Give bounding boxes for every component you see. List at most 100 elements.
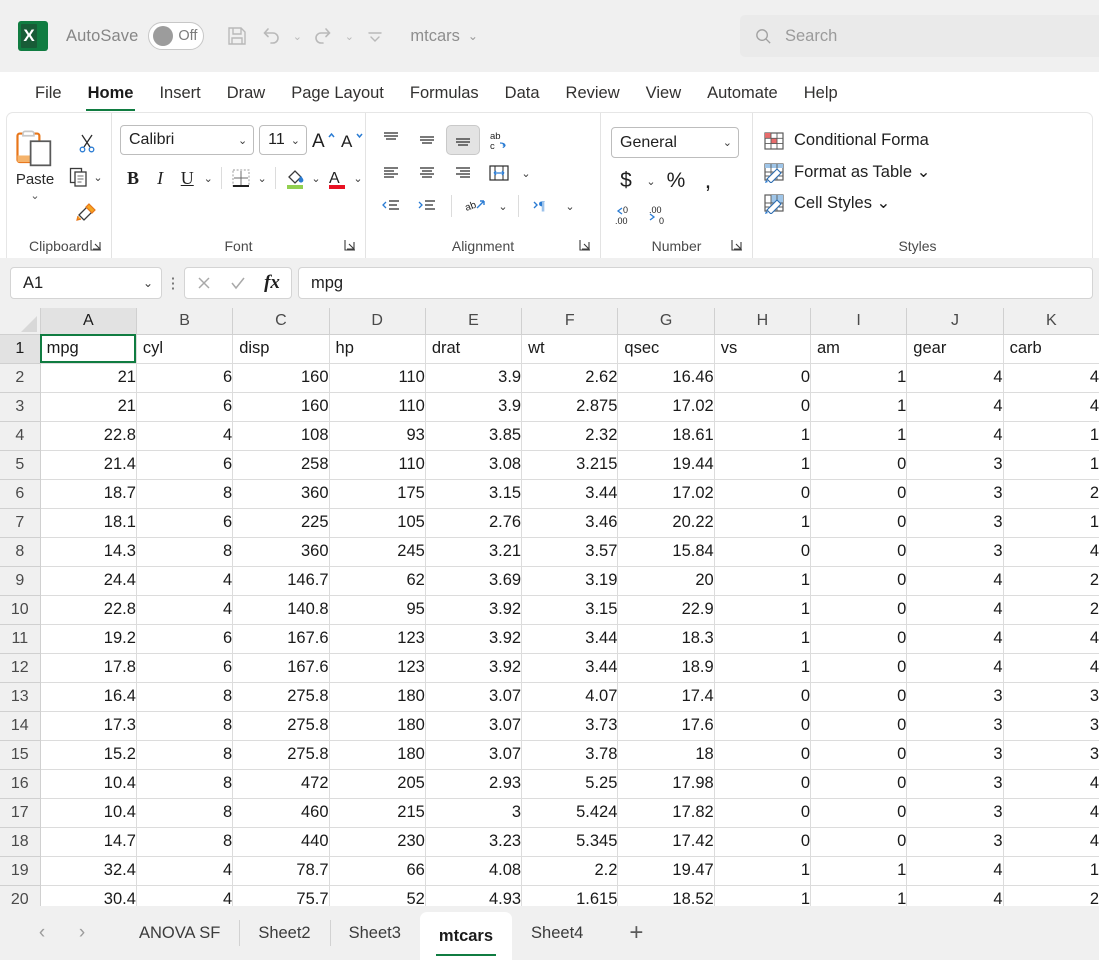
cell-J14[interactable]: 3 — [906, 711, 1004, 741]
increase-decimal-button[interactable]: 0 .00 — [611, 200, 641, 230]
cell-C12[interactable]: 167.6 — [232, 653, 330, 683]
cell-D13[interactable]: 180 — [329, 682, 426, 712]
cell-C15[interactable]: 275.8 — [232, 740, 330, 770]
cell-F4[interactable]: 2.32 — [521, 421, 619, 451]
row-header-12[interactable]: 12 — [0, 653, 41, 683]
customize-qat-icon[interactable] — [358, 19, 392, 53]
cell-I9[interactable]: 0 — [810, 566, 908, 596]
cell-A3[interactable]: 21 — [40, 392, 137, 422]
cell-F19[interactable]: 2.2 — [521, 856, 619, 886]
cell-A5[interactable]: 21.4 — [40, 450, 137, 480]
row-header-6[interactable]: 6 — [0, 479, 41, 509]
cell-G11[interactable]: 18.3 — [617, 624, 715, 654]
orientation-dropdown-icon[interactable]: ⌄ — [495, 191, 511, 221]
tab-help[interactable]: Help — [791, 74, 851, 112]
cell-B7[interactable]: 6 — [136, 508, 234, 538]
align-left-button[interactable] — [374, 158, 408, 188]
cell-J16[interactable]: 3 — [906, 769, 1004, 799]
cell-K11[interactable]: 4 — [1003, 624, 1099, 654]
cell-K4[interactable]: 1 — [1003, 421, 1099, 451]
cell-F18[interactable]: 5.345 — [521, 827, 619, 857]
cell-B3[interactable]: 6 — [136, 392, 234, 422]
column-header-D[interactable]: D — [329, 308, 426, 335]
cell-G13[interactable]: 17.4 — [617, 682, 715, 712]
chevron-right-icon[interactable]: › — [62, 913, 102, 953]
column-header-A[interactable]: A — [40, 308, 137, 335]
cell-F14[interactable]: 3.73 — [521, 711, 619, 741]
cell-H19[interactable]: 1 — [714, 856, 812, 886]
cell-D2[interactable]: 110 — [329, 363, 426, 393]
cell-D18[interactable]: 230 — [329, 827, 426, 857]
merge-dropdown-icon[interactable]: ⌄ — [518, 158, 534, 188]
row-header-3[interactable]: 3 — [0, 392, 41, 422]
row-header-9[interactable]: 9 — [0, 566, 41, 596]
conditional-formatting-button[interactable]: Conditional Forma — [763, 125, 1082, 156]
italic-button[interactable]: I — [147, 163, 173, 193]
cell-I4[interactable]: 1 — [810, 421, 908, 451]
cell-H13[interactable]: 0 — [714, 682, 812, 712]
cell-K12[interactable]: 4 — [1003, 653, 1099, 683]
cell-I17[interactable]: 0 — [810, 798, 908, 828]
cell-B8[interactable]: 8 — [136, 537, 234, 567]
font-name-combo[interactable]: Calibri ⌄ — [120, 125, 255, 155]
align-center-button[interactable] — [410, 158, 444, 188]
cell-C14[interactable]: 275.8 — [232, 711, 330, 741]
tab-page-layout[interactable]: Page Layout — [278, 74, 397, 112]
cell-F15[interactable]: 3.78 — [521, 740, 619, 770]
cell-F2[interactable]: 2.62 — [521, 363, 619, 393]
cell-I5[interactable]: 0 — [810, 450, 908, 480]
cell-D10[interactable]: 95 — [329, 595, 426, 625]
cell-B5[interactable]: 6 — [136, 450, 234, 480]
cell-C20[interactable]: 75.7 — [232, 885, 330, 906]
cell-K2[interactable]: 4 — [1003, 363, 1099, 393]
column-header-I[interactable]: I — [810, 308, 908, 335]
decrease-indent-button[interactable] — [374, 191, 408, 221]
cell-H1[interactable]: vs — [714, 334, 812, 364]
cell-G12[interactable]: 18.9 — [617, 653, 715, 683]
cell-C2[interactable]: 160 — [232, 363, 330, 393]
cell-H15[interactable]: 0 — [714, 740, 812, 770]
cell-E4[interactable]: 3.85 — [425, 421, 523, 451]
cell-D1[interactable]: hp — [329, 334, 426, 364]
row-header-5[interactable]: 5 — [0, 450, 41, 480]
cell-D9[interactable]: 62 — [329, 566, 426, 596]
column-header-K[interactable]: K — [1003, 308, 1099, 335]
cell-F16[interactable]: 5.25 — [521, 769, 619, 799]
cell-F9[interactable]: 3.19 — [521, 566, 619, 596]
column-header-B[interactable]: B — [136, 308, 234, 335]
align-right-button[interactable] — [446, 158, 480, 188]
cell-J13[interactable]: 3 — [906, 682, 1004, 712]
cell-G1[interactable]: qsec — [617, 334, 715, 364]
cell-J4[interactable]: 4 — [906, 421, 1004, 451]
cell-C7[interactable]: 225 — [232, 508, 330, 538]
cell-D5[interactable]: 110 — [329, 450, 426, 480]
cell-H18[interactable]: 0 — [714, 827, 812, 857]
cell-I6[interactable]: 0 — [810, 479, 908, 509]
cell-D20[interactable]: 52 — [329, 885, 426, 906]
cell-K17[interactable]: 4 — [1003, 798, 1099, 828]
cell-D12[interactable]: 123 — [329, 653, 426, 683]
tab-review[interactable]: Review — [553, 74, 633, 112]
cell-G8[interactable]: 15.84 — [617, 537, 715, 567]
cell-I11[interactable]: 0 — [810, 624, 908, 654]
cell-K19[interactable]: 1 — [1003, 856, 1099, 886]
cell-G14[interactable]: 17.6 — [617, 711, 715, 741]
row-header-1[interactable]: 1 — [0, 334, 41, 364]
cell-D4[interactable]: 93 — [329, 421, 426, 451]
cell-F3[interactable]: 2.875 — [521, 392, 619, 422]
chevron-down-icon[interactable]: ⌄ — [30, 189, 39, 202]
orientation-button[interactable]: ab c — [482, 125, 516, 155]
cell-J9[interactable]: 4 — [906, 566, 1004, 596]
row-header-17[interactable]: 17 — [0, 798, 41, 828]
cell-C9[interactable]: 146.7 — [232, 566, 330, 596]
cell-F6[interactable]: 3.44 — [521, 479, 619, 509]
sheet-tab-sheet4[interactable]: Sheet4 — [512, 906, 602, 960]
row-header-16[interactable]: 16 — [0, 769, 41, 799]
cell-C4[interactable]: 108 — [232, 421, 330, 451]
cell-B1[interactable]: cyl — [136, 334, 234, 364]
formula-input[interactable]: mpg — [298, 267, 1093, 299]
cell-F17[interactable]: 5.424 — [521, 798, 619, 828]
cell-I12[interactable]: 0 — [810, 653, 908, 683]
percent-style-button[interactable]: % — [661, 166, 691, 196]
chevron-down-icon[interactable]: ⌄ — [90, 162, 106, 192]
